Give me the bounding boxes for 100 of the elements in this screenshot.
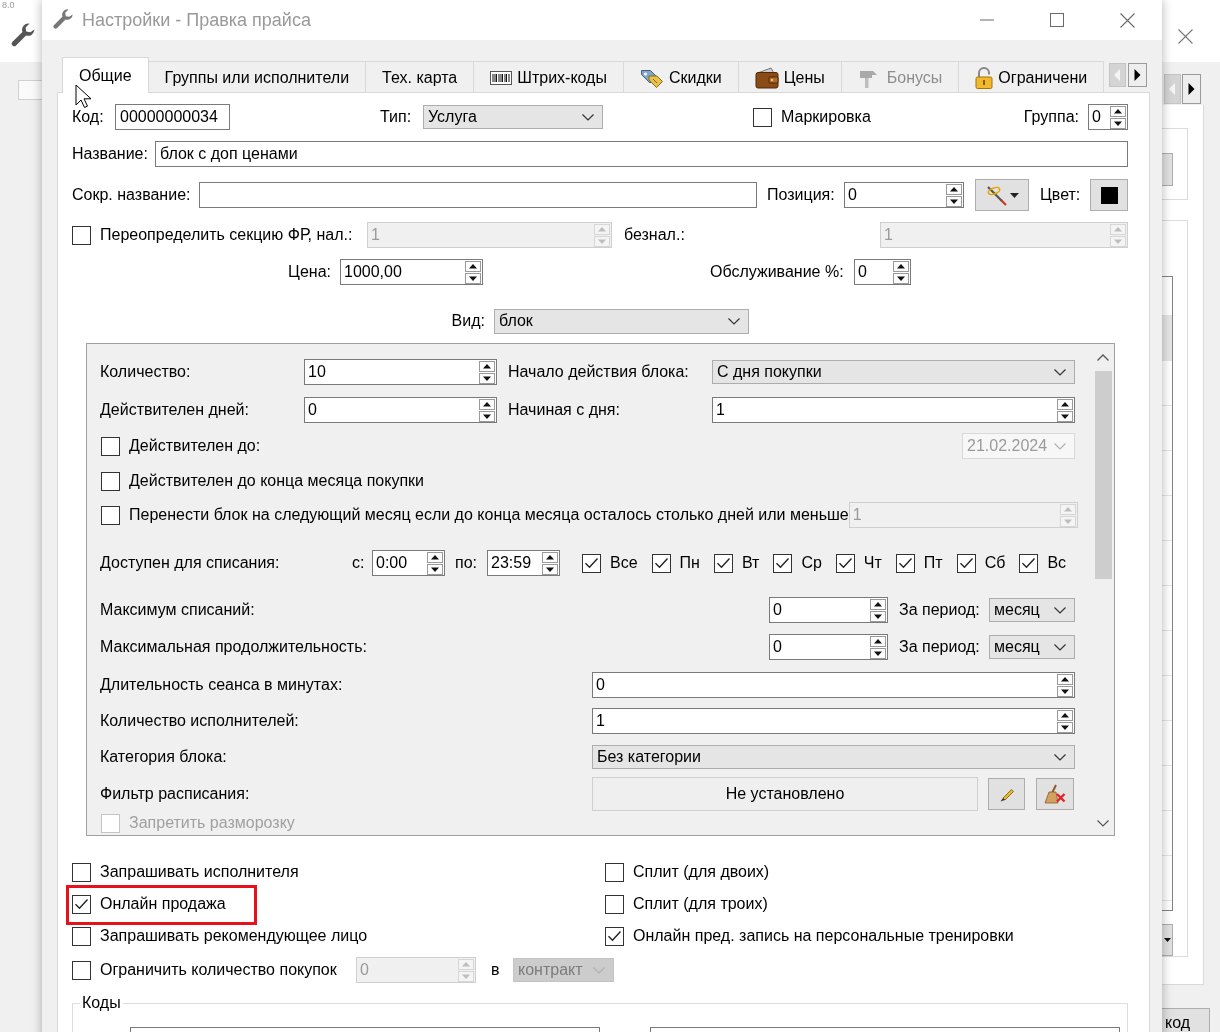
max-duration-spin-field[interactable]: 0 [769,634,888,660]
padlock-icon [975,66,994,89]
type-label: Тип: [380,108,412,126]
type-dropdown[interactable]: Услуга [423,105,603,129]
checkbox[interactable] [651,553,671,573]
quantity-spin-field[interactable]: 10 [304,359,497,385]
partial-button[interactable]: код [1162,1008,1210,1032]
checkbox[interactable] [895,553,915,573]
weekday-label: Все [610,554,638,572]
checkbox[interactable] [72,894,91,914]
close-icon[interactable] [1178,28,1193,44]
wand-button[interactable] [975,179,1029,211]
chevron-up-icon[interactable] [1097,354,1109,361]
category-dropdown[interactable]: Без категории [592,745,1075,769]
color-button[interactable] [1090,179,1128,211]
chevron-down-icon [593,966,605,974]
schedule-filter-button[interactable]: Не установлено [592,777,978,811]
short-name-label: Сокр. название: [72,186,191,204]
period-label: За период: [899,638,980,656]
availability-label: Доступен для списания: [100,554,280,572]
checkbox[interactable] [582,553,601,573]
start-dropdown[interactable]: С дня покупки [712,360,1075,384]
checkbox[interactable] [773,553,793,573]
chevron-down-icon [1054,606,1066,614]
chevron-down-icon [1054,442,1066,450]
period-dropdown[interactable]: месяц [989,635,1075,659]
chevron-down-icon [1054,368,1066,376]
group-spin-field[interactable]: 0 [1088,104,1128,130]
max-uses-label: Максимум списаний: [100,601,255,619]
checkbox[interactable] [101,471,120,491]
name-label: Название: [72,145,148,163]
session-length-spin-field[interactable]: 0 [592,672,1075,698]
checkbox[interactable] [605,926,624,946]
caret-icon [1010,192,1019,198]
checkbox-label: Переопределить секцию ФР, нал.: [100,226,353,244]
name-field[interactable]: блок с доп ценами [155,141,1128,167]
price-tags-icon [639,67,664,88]
checkbox-label: Перенести блок на следующий месяц если до конца месяца осталось столько дней или меньше [129,506,849,524]
checkbox-label: Сплит (для двоих) [633,863,770,881]
checkbox[interactable] [605,894,624,914]
code-field[interactable]: 00000000034 [115,104,230,130]
max-uses-spin-field[interactable]: 0 [769,597,888,623]
checkbox[interactable] [753,107,772,127]
time-spin-field[interactable]: 0:00 [372,550,445,576]
valid-days-spin-field[interactable]: 0 [304,397,497,423]
checkbox[interactable] [72,862,91,882]
weekday-label: Пт [923,554,943,572]
period-label: За период: [899,601,980,619]
corner-text: 8.0 [2,0,15,10]
weekday-label: Ср [801,554,822,572]
chevron-down-icon[interactable] [1097,820,1109,827]
time-spin-field[interactable]: 23:59 [487,550,560,576]
view-label: Вид: [451,312,485,330]
performers-spin-field[interactable]: 1 [592,708,1075,734]
magic-wand-icon [985,184,1007,206]
checkbox-label: Действителен до: [129,437,261,455]
to-label: по: [455,554,477,572]
start-day-spin-field[interactable]: 1 [712,397,1075,423]
short-name-field[interactable] [199,182,757,208]
maximize-icon [1050,13,1064,27]
checkbox-label: Запрашивать рекомендующее лицо [100,927,368,945]
performers-label: Количество исполнителей: [100,712,299,730]
service-label: Обслуживание %: [710,263,844,281]
checkbox[interactable] [713,553,733,573]
window-title: Настройки - Правка прайса [82,9,311,31]
group-label: Группа: [1023,108,1079,126]
weekday-label: Чт [863,554,882,572]
tab[interactable]: Ограничени [958,61,1105,93]
checkbox[interactable] [72,926,91,946]
checkbox[interactable] [1019,553,1039,573]
price-label: Цена: [288,263,331,281]
position-spin-field[interactable]: 0 [844,182,964,208]
session-length-label: Длительность сеанса в минутах: [100,676,343,694]
price-spin-field[interactable]: 1000,00 [340,259,483,285]
in-label: в [491,961,500,979]
scrollbar-thumb[interactable] [1094,371,1112,579]
checkbox[interactable] [835,553,855,573]
chevron-down-icon [728,317,740,325]
tab[interactable]: Общие [62,57,149,93]
edit-button[interactable] [988,778,1025,810]
color-swatch-icon [1100,186,1118,204]
checkbox-label: Сплит (для троих) [633,895,768,913]
minimize-icon [980,19,994,21]
start-day-label: Начиная с дня: [508,401,620,419]
schedule-filter-label: Фильтр расписания: [100,785,250,803]
service-spin-field[interactable]: 0 [854,259,911,285]
weekday-label: Пн [679,554,700,572]
clear-button[interactable] [1036,778,1074,810]
code-label: Код: [72,108,104,126]
checkbox[interactable] [605,862,624,882]
chevron-down-icon [1054,643,1066,651]
dropdown-edge[interactable] [1162,924,1173,956]
period-dropdown[interactable]: месяц [989,598,1075,622]
max-duration-label: Максимальная продолжительность: [100,638,367,656]
group-title: Коды [81,994,122,1012]
view-dropdown[interactable]: блок [494,308,749,334]
close-icon [1119,12,1135,28]
checkbox[interactable] [956,553,976,573]
weekday-label: Вт [741,554,760,572]
color-label: Цвет: [1040,186,1081,204]
